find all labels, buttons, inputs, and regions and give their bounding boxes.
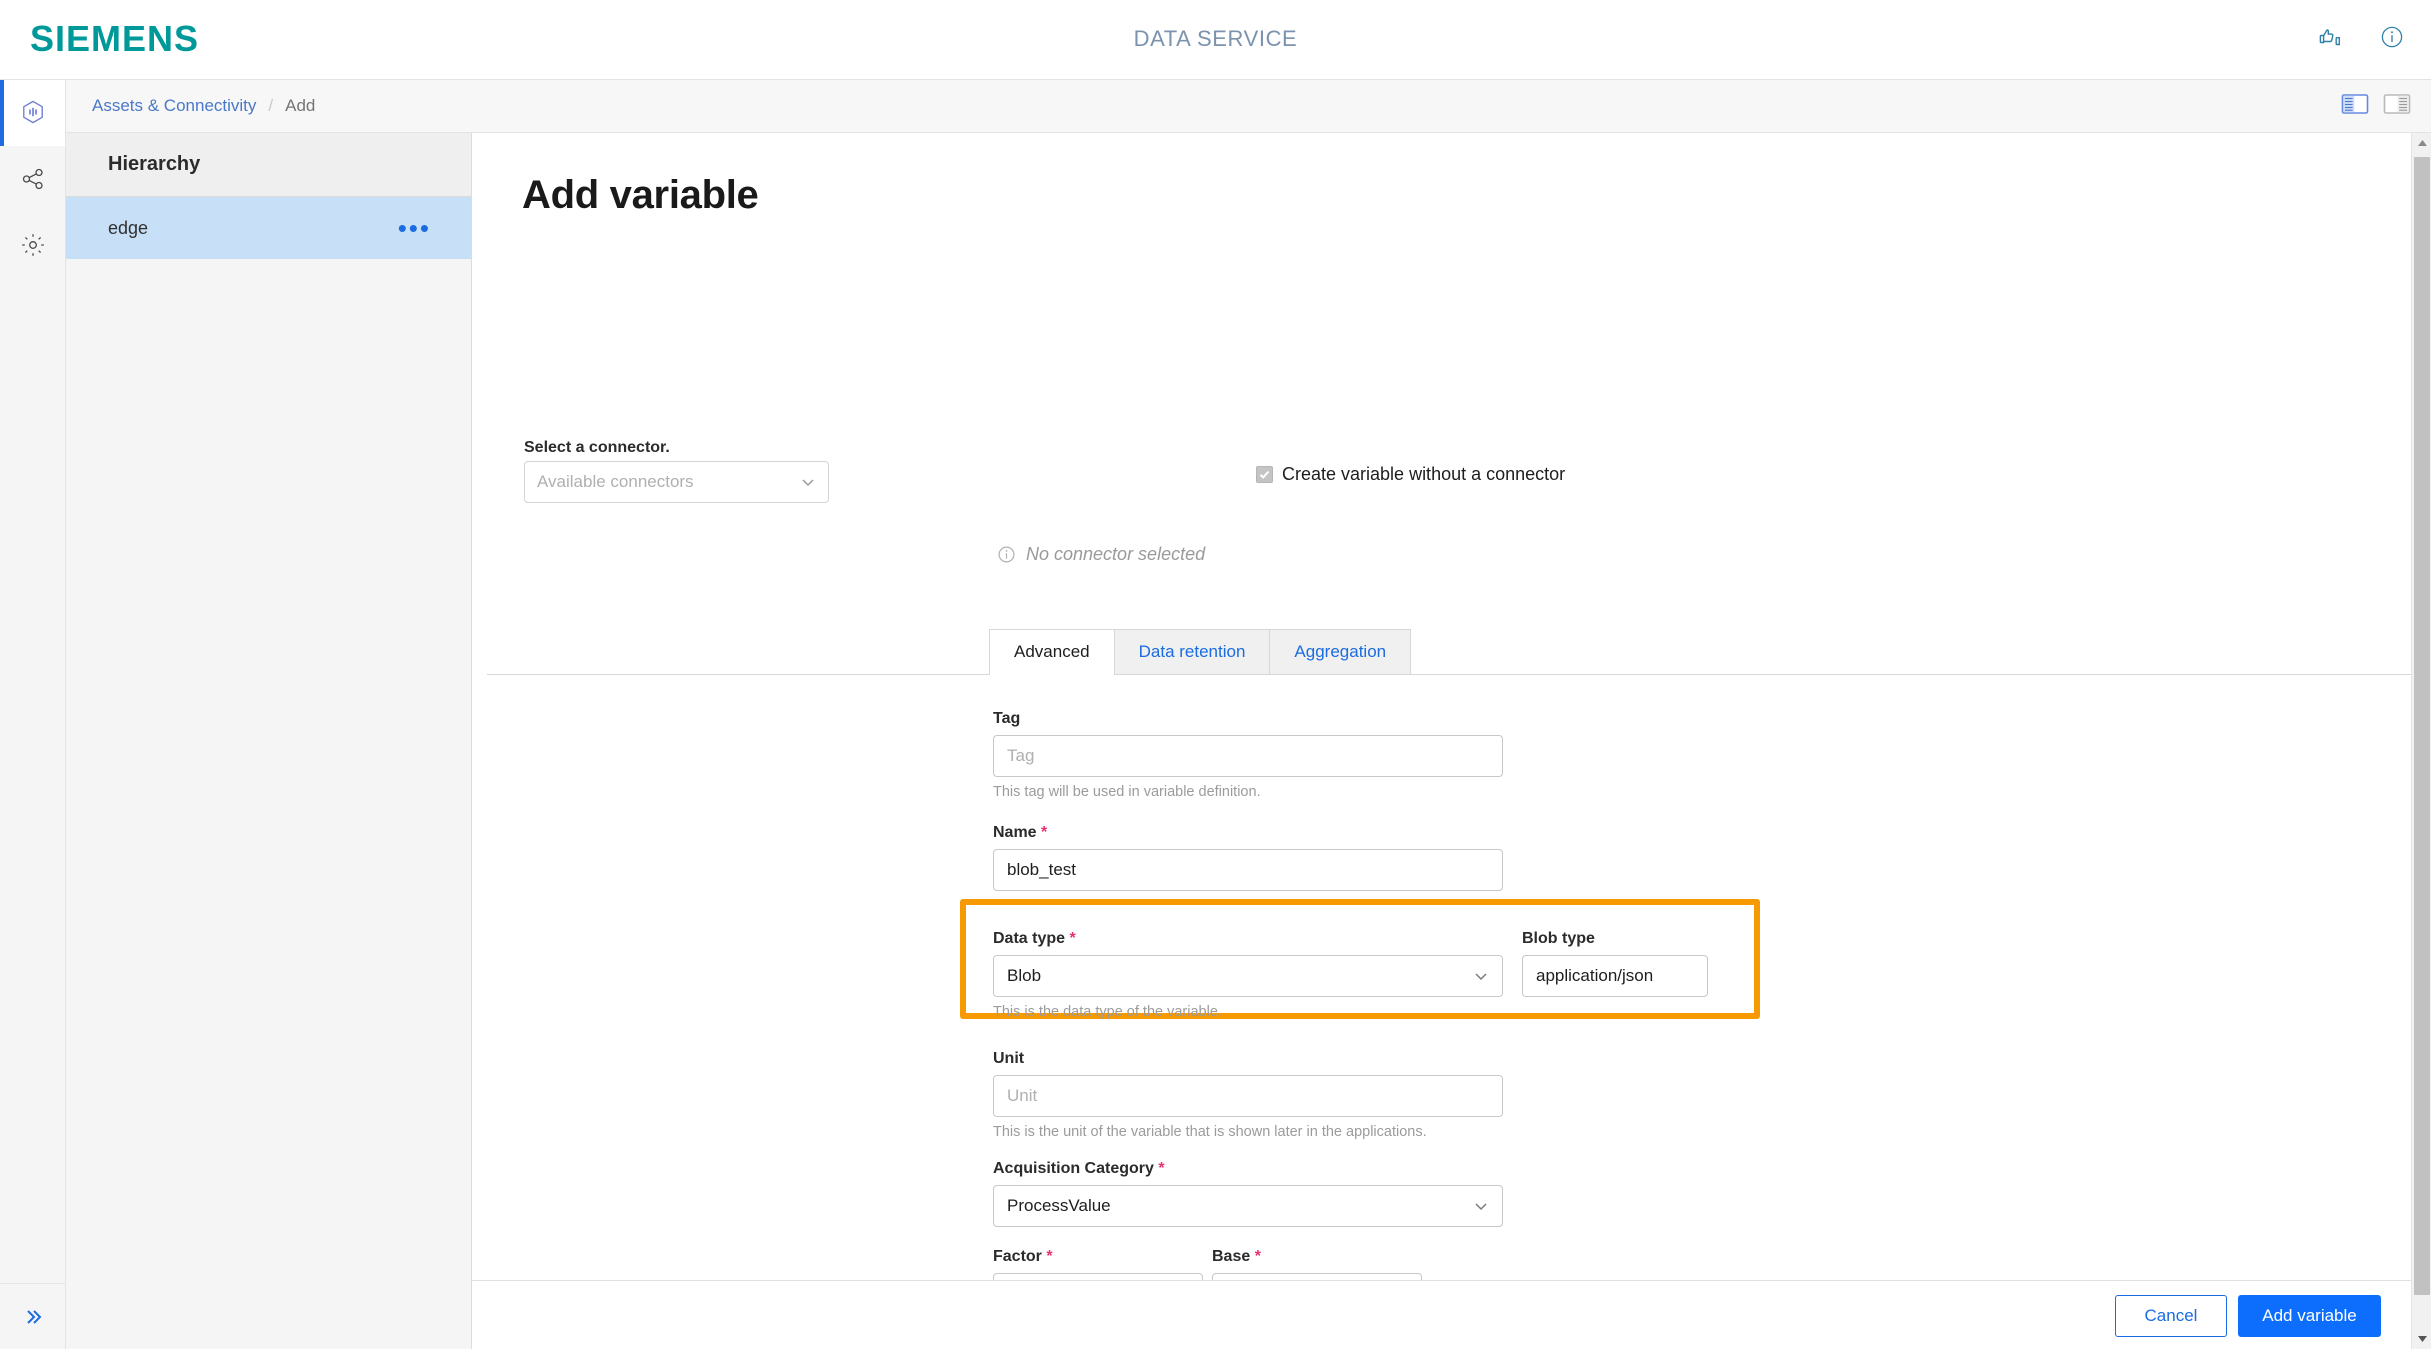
required-marker: * [1158, 1160, 1165, 1177]
unit-hint: This is the unit of the variable that is… [993, 1124, 1427, 1140]
check-icon [1259, 470, 1270, 479]
left-icon-rail [0, 80, 66, 1349]
tag-field-group: Tag Tag This tag will be used in variabl… [993, 710, 1503, 803]
required-marker: * [1069, 930, 1076, 947]
panel-toggle-group [2341, 92, 2411, 120]
tab-data-retention[interactable]: Data retention [1113, 629, 1271, 674]
tag-input-placeholder: Tag [1007, 746, 1035, 765]
data-type-hint: This is the data type of the variable. [993, 1004, 1222, 1020]
rail-expand-button[interactable] [0, 1283, 65, 1349]
tab-aggregation[interactable]: Aggregation [1269, 629, 1412, 674]
acquisition-category-label: Acquisition Category * [993, 1160, 1165, 1177]
acquisition-category-field-group: Acquisition Category * ProcessValue [993, 1160, 1503, 1227]
create-without-connector-checkbox-row[interactable]: Create variable without a connector [1256, 464, 1565, 485]
rail-item-settings[interactable] [0, 212, 65, 278]
data-type-select[interactable]: Blob [993, 955, 1503, 997]
acquisition-category-value: ProcessValue [1007, 1196, 1111, 1215]
hierarchy-panel: Hierarchy edge ••• [66, 133, 472, 1349]
chevron-down-icon [802, 479, 814, 487]
scroll-up-arrow-icon[interactable] [2412, 133, 2431, 153]
select-connector-label: Select a connector. [524, 439, 670, 456]
connector-select-value: Available connectors [537, 472, 694, 491]
factor-field-group: Factor * 0 This is the factor of acquisi… [993, 1248, 1203, 1280]
no-connector-status-text: No connector selected [1026, 544, 1206, 564]
acquisition-category-select[interactable]: ProcessValue [993, 1185, 1503, 1227]
data-type-value: Blob [1007, 966, 1042, 985]
breadcrumb: Assets & Connectivity / Add [92, 96, 315, 116]
app-title: DATA SERVICE [1133, 26, 1298, 51]
hierarchy-item-label: edge [108, 217, 149, 238]
info-circle-icon [998, 546, 1015, 563]
tag-label: Tag [993, 710, 1021, 727]
base-field-group: Base * Acyclic This is the base of acqui… [1212, 1248, 1422, 1280]
blob-type-field-group: Blob type application/json [1522, 930, 1708, 997]
base-select[interactable]: Acyclic [1212, 1273, 1422, 1280]
top-header-bar: SIEMENS DATA SERVICE [0, 0, 2431, 80]
create-without-connector-label: Create variable without a connector [1282, 464, 1566, 484]
breadcrumb-separator: / [268, 96, 274, 115]
cancel-button[interactable]: Cancel [2115, 1295, 2227, 1337]
feedback-thumbs-icon[interactable] [2313, 20, 2347, 54]
chevron-down-icon [1475, 1203, 1487, 1211]
hierarchy-item-edge[interactable]: edge ••• [66, 197, 471, 259]
factor-input[interactable]: 0 [993, 1273, 1203, 1280]
base-label: Base * [1212, 1248, 1261, 1265]
name-field-group: Name * blob_test [993, 824, 1503, 891]
required-marker: * [1254, 1248, 1261, 1265]
scroll-down-arrow-icon[interactable] [2412, 1329, 2431, 1349]
tab-bar: Advanced Data retention Aggregation [487, 629, 2411, 675]
breadcrumb-current-add: Add [285, 96, 316, 115]
data-type-label: Data type * [993, 930, 1076, 947]
tag-input[interactable]: Tag [993, 735, 1503, 777]
required-marker: * [1041, 824, 1048, 841]
rail-item-connectivity[interactable] [0, 146, 65, 212]
name-input[interactable]: blob_test [993, 849, 1503, 891]
breadcrumb-link-assets[interactable]: Assets & Connectivity [92, 96, 256, 116]
blob-type-input[interactable]: application/json [1522, 955, 1708, 997]
action-footer: Cancel Add variable [472, 1280, 2411, 1349]
factor-label: Factor * [993, 1248, 1053, 1265]
unit-input-placeholder: Unit [1007, 1086, 1038, 1105]
add-variable-button[interactable]: Add variable [2238, 1295, 2381, 1337]
scrollbar-thumb[interactable] [2414, 157, 2430, 1295]
create-without-connector-checkbox[interactable] [1256, 466, 1273, 483]
hierarchy-item-menu-icon[interactable]: ••• [398, 215, 431, 241]
vertical-scrollbar[interactable] [2411, 133, 2431, 1349]
blob-type-label: Blob type [1522, 930, 1595, 947]
required-marker: * [1046, 1248, 1053, 1265]
unit-label: Unit [993, 1050, 1025, 1067]
unit-input[interactable]: Unit [993, 1075, 1503, 1117]
left-panel-toggle-icon[interactable] [2341, 92, 2369, 120]
blob-type-value: application/json [1536, 966, 1654, 985]
data-type-field-group: Data type * Blob This is the data type o… [993, 930, 1503, 1023]
hierarchy-title: Hierarchy [66, 133, 471, 197]
unit-field-group: Unit Unit This is the unit of the variab… [993, 1050, 1503, 1143]
connector-select[interactable]: Available connectors [524, 461, 829, 503]
no-connector-status: No connector selected [997, 544, 1205, 565]
header-icon-group [2313, 20, 2409, 54]
tab-advanced[interactable]: Advanced [989, 629, 1115, 675]
right-panel-toggle-icon[interactable] [2383, 92, 2411, 120]
name-label: Name * [993, 824, 1048, 841]
rail-item-assets[interactable] [0, 80, 65, 146]
breadcrumb-bar: Assets & Connectivity / Add [66, 80, 2431, 133]
chevron-down-icon [1475, 973, 1487, 981]
tag-hint: This tag will be used in variable defini… [993, 784, 1261, 800]
name-input-value: blob_test [1007, 860, 1076, 879]
info-circle-icon[interactable] [2375, 20, 2409, 54]
main-content: Add variable Select a connector. Availab… [472, 133, 2411, 1280]
page-title: Add variable [522, 173, 759, 217]
